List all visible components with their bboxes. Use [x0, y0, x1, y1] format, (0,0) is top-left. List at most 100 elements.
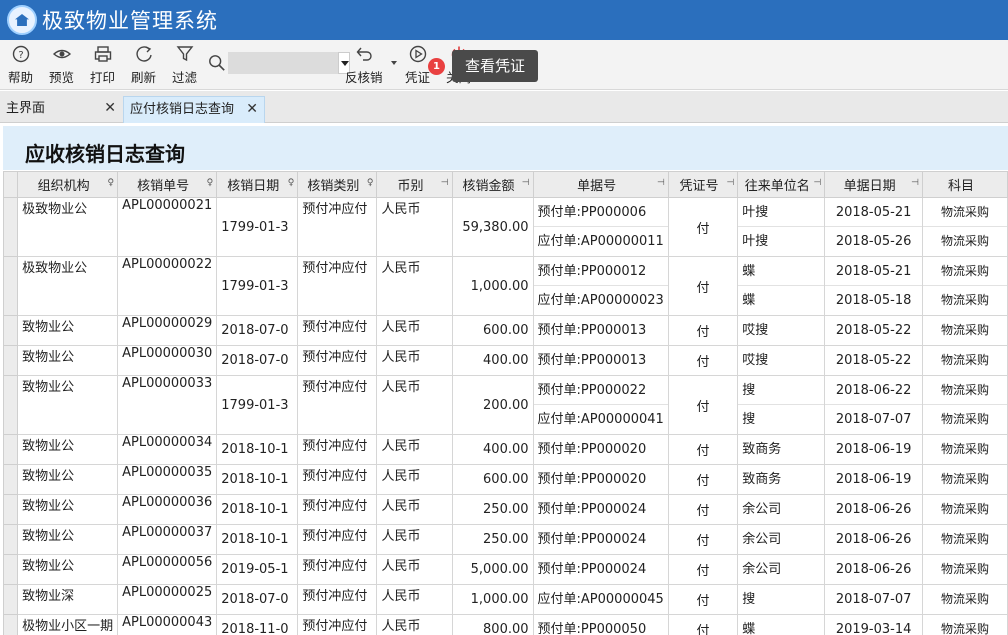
voucher-button[interactable]: 凭证 [405, 44, 430, 86]
search-box[interactable] [208, 52, 350, 74]
unverify-button[interactable]: 反核销 [345, 44, 383, 86]
row-selector[interactable] [2, 614, 19, 635]
table-row[interactable]: 致物业公 APL00000034 2018-10-1 预付冲应付 人民币 400.00 预付… [2, 434, 1008, 465]
cell-bill-no: 预付单:PP000006 应付单:AP00000011 [532, 197, 669, 257]
cell-voucher-no[interactable]: 付 [667, 614, 739, 635]
row-selector[interactable] [2, 315, 19, 346]
col-org[interactable]: 组织机构 ♀ [17, 171, 119, 198]
cell-bill-date-line: 2018-06-22 [825, 377, 922, 405]
refresh-button[interactable]: 刷新 [131, 44, 156, 86]
filter-button[interactable]: 过滤 [172, 44, 197, 86]
table-row[interactable]: 致物业公 APL00000036 2018-10-1 预付冲应付 人民币 250.00 预付… [2, 494, 1008, 525]
cell-verify-no: APL00000043 [117, 614, 218, 635]
cell-verify-type: 预付冲应付 [297, 554, 378, 585]
table-row[interactable]: 极致物业公 APL00000021 1799-01-3 预付冲应付 人民币 59,380.… [2, 197, 1008, 257]
col-subject[interactable]: 科目 [921, 171, 1008, 198]
cell-org: 致物业公 [17, 345, 119, 376]
unverify-label: 反核销 [345, 70, 383, 85]
cell-verify-type: 预付冲应付 [297, 375, 378, 435]
unverify-dropdown-icon[interactable] [391, 61, 397, 65]
voucher-tooltip: 查看凭证 [452, 50, 538, 82]
cell-voucher-no[interactable]: 付 [667, 375, 739, 435]
cell-verify-type: 预付冲应付 [297, 345, 378, 376]
cell-currency: 人民币 [376, 256, 453, 316]
cell-voucher-no[interactable]: 付 [667, 256, 739, 316]
col-voucher-no[interactable]: 凭证号 ⊣ [667, 171, 739, 198]
tab-home[interactable]: 主界面 ✕ [0, 96, 122, 123]
col-currency[interactable]: 币别 ⊣ [376, 171, 453, 198]
cell-voucher-no[interactable]: 付 [667, 345, 739, 376]
select-all-header[interactable] [2, 171, 19, 198]
close-icon[interactable]: ✕ [246, 97, 258, 122]
row-selector[interactable] [2, 345, 19, 376]
cell-verify-type: 预付冲应付 [297, 197, 378, 257]
app-logo-icon [7, 5, 37, 35]
row-selector[interactable] [2, 434, 19, 465]
table-row[interactable]: 极物业小区一期 APL00000043 2018-11-0 预付冲应付 人民币 800.0… [2, 614, 1008, 635]
table-row[interactable]: 致物业深 APL00000025 2018-07-0 预付冲应付 人民币 1,000.00… [2, 584, 1008, 615]
col-partner[interactable]: 往来单位名 ⊣ [737, 171, 826, 198]
cell-bill-no-line: 预付单:PP000024 [537, 532, 647, 547]
table-row[interactable]: 致物业公 APL00000033 1799-01-3 预付冲应付 人民币 200.00 预付… [2, 375, 1008, 435]
row-selector[interactable] [2, 256, 19, 316]
cell-verify-type: 预付冲应付 [297, 434, 378, 465]
cell-voucher-no[interactable]: 付 [667, 197, 739, 257]
preview-button[interactable]: 预览 [49, 44, 74, 86]
cell-voucher-no[interactable]: 付 [667, 554, 739, 585]
row-selector[interactable] [2, 464, 19, 495]
cell-partner-line: 搜 [742, 592, 756, 607]
cell-bill-date: 2018-06-19 [824, 434, 923, 465]
table-row[interactable]: 致物业公 APL00000030 2018-07-0 预付冲应付 人民币 400.00 预付… [2, 345, 1008, 376]
help-button[interactable]: ? 帮助 [8, 44, 33, 86]
cell-partner: 哎搜 [737, 315, 826, 346]
row-selector[interactable] [2, 584, 19, 615]
cell-voucher-no[interactable]: 付 [667, 434, 739, 465]
close-icon[interactable]: ✕ [104, 96, 116, 121]
col-verify-no[interactable]: 核销单号 ♀ [117, 171, 218, 198]
cell-subject-line: 物流采购 [940, 353, 989, 367]
table-row[interactable]: 致物业公 APL00000037 2018-10-1 预付冲应付 人民币 250.00 预付… [2, 524, 1008, 555]
cell-verify-no: APL00000025 [117, 584, 218, 615]
cell-subject-line: 物流采购 [923, 377, 1007, 405]
cell-org: 致物业公 [17, 554, 119, 585]
print-button[interactable]: 打印 [90, 44, 115, 86]
col-bill-date[interactable]: 单据日期 ⊣ [824, 171, 923, 198]
cell-partner: 致商务 [737, 434, 826, 465]
cell-partner: 搜 [737, 584, 826, 615]
col-verify-date[interactable]: 核销日期 ♀ [216, 171, 299, 198]
col-amount[interactable]: 核销金额 ⊣ [451, 171, 534, 198]
table-row[interactable]: 致物业公 APL00000056 2019-05-1 预付冲应付 人民币 5,000.00… [2, 554, 1008, 585]
cell-voucher-no[interactable]: 付 [667, 494, 739, 525]
cell-bill-date: 2018-05-22 [824, 345, 923, 376]
row-selector[interactable] [2, 554, 19, 585]
table-row[interactable]: 极致物业公 APL00000022 1799-01-3 预付冲应付 人民币 1,000.0… [2, 256, 1008, 316]
cell-partner-line: 哎搜 [742, 353, 769, 368]
cell-verify-type: 预付冲应付 [297, 524, 378, 555]
search-input[interactable] [228, 52, 338, 74]
cell-amount: 800.00 [451, 614, 534, 635]
cell-verify-type: 预付冲应付 [297, 315, 378, 346]
table-row[interactable]: 致物业公 APL00000035 2018-10-1 预付冲应付 人民币 600.00 预付… [2, 464, 1008, 495]
cell-verify-date: 1799-01-3 [216, 256, 299, 316]
cell-voucher-no[interactable]: 付 [667, 315, 739, 346]
cell-currency: 人民币 [376, 494, 453, 525]
row-selector[interactable] [2, 375, 19, 435]
row-selector[interactable] [2, 197, 19, 257]
cell-verify-type: 预付冲应付 [297, 256, 378, 316]
table-row[interactable]: 致物业公 APL00000029 2018-07-0 预付冲应付 人民币 600.00 预付… [2, 315, 1008, 346]
row-selector[interactable] [2, 524, 19, 555]
cell-bill-no-line: 预付单:PP000012 [534, 258, 668, 286]
main-content: 应收核销日志查询 组织机构 ♀ 核销单号 ♀ 核销日期 ♀ 核销类别 ♀ 币别 ⊣ 核销金… [0, 124, 1008, 635]
col-bill-no[interactable]: 单据号 ⊣ [532, 171, 669, 198]
col-verify-type[interactable]: 核销类别 ♀ [297, 171, 378, 198]
cell-bill-date: 2018-06-26 [824, 494, 923, 525]
cell-subject: 物流采购 物流采购 [921, 256, 1008, 316]
cell-subject: 物流采购 [921, 494, 1008, 525]
cell-voucher-no[interactable]: 付 [667, 464, 739, 495]
cell-subject: 物流采购 [921, 345, 1008, 376]
cell-voucher-no[interactable]: 付 [667, 584, 739, 615]
cell-voucher-no[interactable]: 付 [667, 524, 739, 555]
cell-partner-line: 叶搜 [738, 199, 824, 227]
tab-ap-verify-log[interactable]: 应付核销日志查询 ✕ [123, 96, 265, 123]
row-selector[interactable] [2, 494, 19, 525]
